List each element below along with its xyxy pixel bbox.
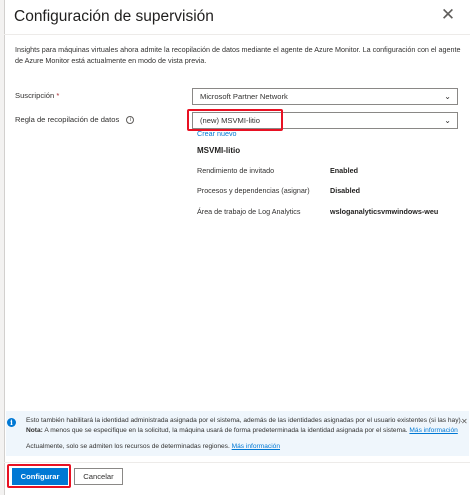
- data-collection-rule-value: (new) MSVMI-litio: [200, 116, 260, 125]
- chevron-down-icon: ⌄: [444, 116, 451, 125]
- required-mark: *: [56, 91, 60, 100]
- guest-performance-value: Enabled: [330, 166, 358, 175]
- info-icon: i: [7, 418, 16, 427]
- footer-divider: [4, 462, 470, 463]
- data-collection-rule-label: Regla de recopilación de datos i: [15, 115, 135, 124]
- processes-dependencies-value: Disabled: [330, 186, 360, 195]
- info-banner-line-3: Actualmente, solo se admiten los recurso…: [26, 443, 281, 450]
- log-analytics-workspace-value: wsloganalyticsvmwindows-weu: [330, 207, 439, 216]
- panel-title: Configuración de supervisión: [14, 8, 214, 25]
- create-new-link[interactable]: Crear nuevo: [197, 129, 237, 138]
- subscription-dropdown[interactable]: Microsoft Partner Network ⌄: [192, 88, 458, 105]
- info-tooltip-icon[interactable]: i: [126, 116, 135, 124]
- subscription-label: Suscripción *: [15, 91, 60, 100]
- panel-description: Insights para máquinas virtuales ahora a…: [15, 45, 461, 65]
- rule-name: MSVMI-litio: [197, 146, 241, 155]
- log-analytics-workspace-label: Área de trabajo de Log Analytics: [197, 207, 301, 216]
- learn-more-link[interactable]: Más información: [409, 427, 457, 434]
- cancel-button[interactable]: Cancelar: [74, 468, 123, 485]
- subscription-value: Microsoft Partner Network: [200, 92, 288, 101]
- info-banner-line-1: Esto también habilitará la identidad adm…: [26, 417, 463, 424]
- info-banner-line-2: Nota: A menos que se especifique en la s…: [26, 427, 458, 434]
- chevron-down-icon: ⌄: [444, 92, 451, 101]
- processes-dependencies-label: Procesos y dependencias (asignar): [197, 186, 310, 195]
- note-label: Nota:: [26, 427, 43, 434]
- close-icon[interactable]: ✕: [437, 4, 459, 26]
- learn-more-regions-link[interactable]: Más información: [232, 443, 280, 450]
- guest-performance-label: Rendimiento de invitado: [197, 166, 275, 175]
- configure-button[interactable]: Configurar: [12, 468, 68, 485]
- data-collection-rule-dropdown[interactable]: (new) MSVMI-litio ⌄: [192, 112, 458, 129]
- title-divider: [4, 34, 470, 35]
